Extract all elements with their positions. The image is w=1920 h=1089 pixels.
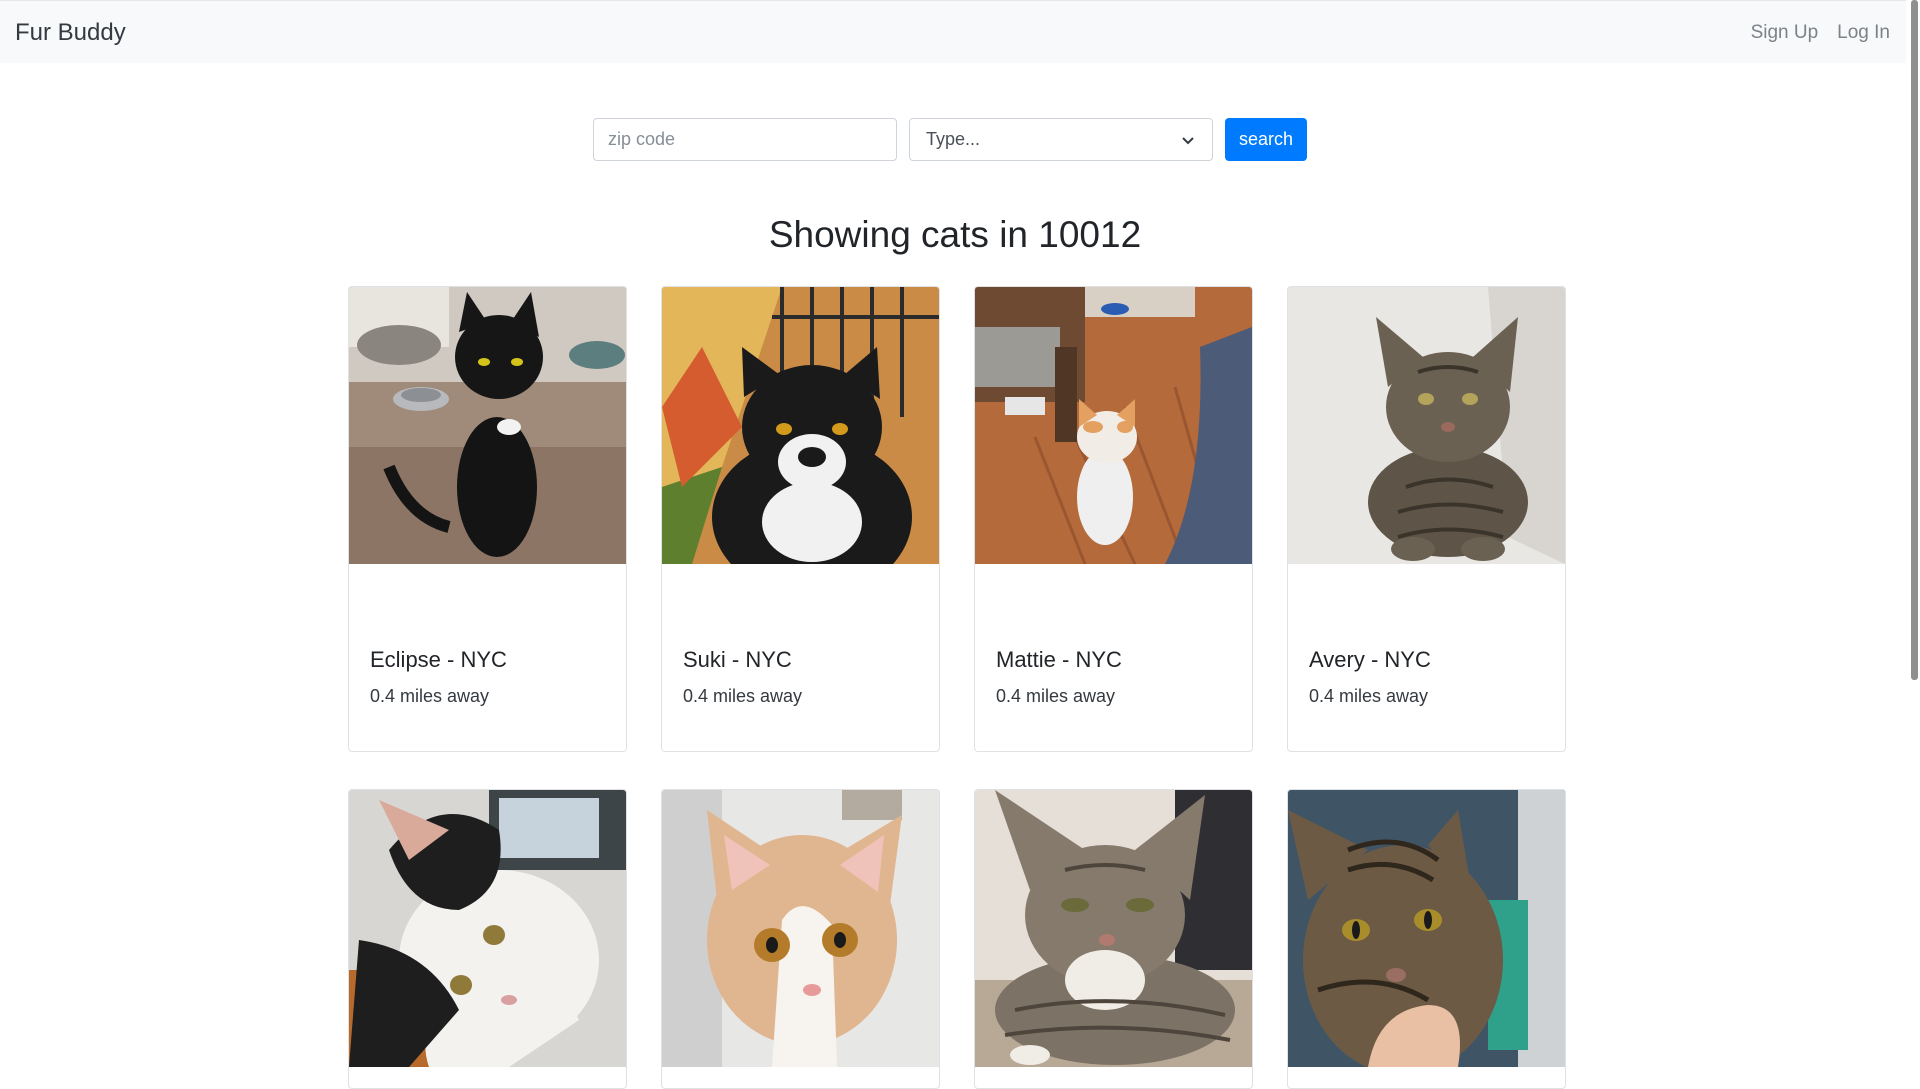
pet-card[interactable]: Mattie - NYC 0.4 miles away <box>974 286 1253 752</box>
orange-white-cat-photo <box>975 287 1252 564</box>
pet-distance: 0.4 miles away <box>1309 686 1429 706</box>
pet-distance: 0.4 miles away <box>683 686 803 706</box>
pet-card[interactable]: Suki - NYC 0.4 miles away <box>661 286 940 752</box>
zip-code-input[interactable] <box>593 118 897 161</box>
brand-logo-link[interactable]: Fur Buddy <box>15 19 126 47</box>
page-scrollbar[interactable] <box>1906 0 1920 1080</box>
pet-distance: 0.4 miles away <box>370 686 490 706</box>
sign-up-link[interactable]: Sign Up <box>1751 22 1819 44</box>
black-white-cat-photo <box>349 790 626 1067</box>
pet-card[interactable] <box>348 789 627 1089</box>
pet-card[interactable] <box>974 789 1253 1089</box>
search-button[interactable]: search <box>1225 118 1308 161</box>
nav-links: Sign Up Log In <box>1751 22 1890 44</box>
results-heading: Showing cats in 10012 <box>768 214 1142 255</box>
brown-tabby-cat-photo <box>1288 790 1565 1067</box>
type-select-value: Type... <box>926 129 981 149</box>
black-cat-photo <box>349 287 626 564</box>
chevron-down-icon <box>1182 136 1194 144</box>
tuxedo-cat-photo <box>662 287 939 564</box>
navbar: Fur Buddy Sign Up Log In <box>0 0 1920 63</box>
pet-name: Mattie - NYC <box>996 647 1122 672</box>
pet-name: Suki - NYC <box>683 647 792 672</box>
log-in-link[interactable]: Log In <box>1837 22 1890 44</box>
type-select[interactable]: Type... <box>909 118 1213 161</box>
pet-distance: 0.4 miles away <box>996 686 1116 706</box>
pet-card[interactable] <box>1287 789 1566 1089</box>
pet-card[interactable]: Avery - NYC 0.4 miles away <box>1287 286 1566 752</box>
tabby-cat-photo <box>1288 287 1565 564</box>
orange-white-kitten-photo <box>662 790 939 1067</box>
pet-card[interactable] <box>661 789 940 1089</box>
search-form: Type... search <box>593 118 1308 161</box>
scrollbar-thumb[interactable] <box>1911 0 1918 680</box>
pet-card[interactable]: Eclipse - NYC 0.4 miles away <box>348 286 627 752</box>
pet-name: Avery - NYC <box>1309 647 1431 672</box>
pet-name: Eclipse - NYC <box>370 647 507 672</box>
gray-tabby-cat-photo <box>975 790 1252 1067</box>
